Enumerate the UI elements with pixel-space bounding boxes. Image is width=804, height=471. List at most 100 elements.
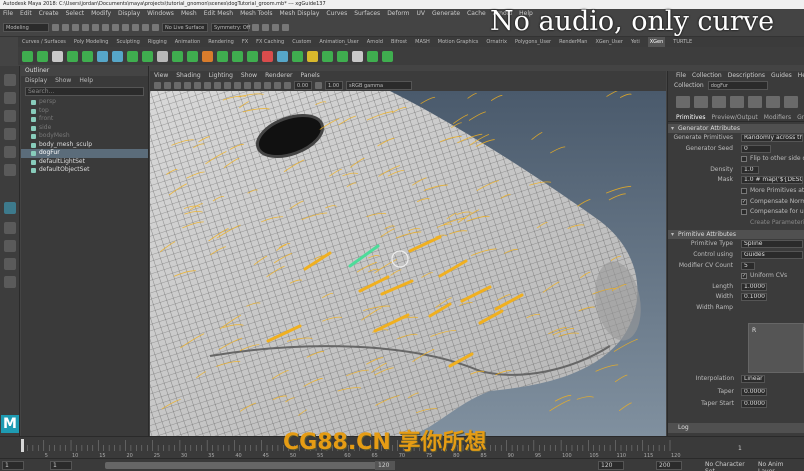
shelf-tab-arnold[interactable]: Arnold [367,37,383,47]
persp-graph-icon[interactable] [4,258,16,270]
gamma-field[interactable]: 1.00 [325,81,343,90]
film-gate-icon[interactable] [194,82,201,89]
menu-cache[interactable]: Cache [467,9,486,19]
outliner-item[interactable]: dogFur [21,149,148,158]
menu-surfaces[interactable]: Surfaces [354,9,380,19]
shelf-tab-curves-surfaces[interactable]: Curves / Surfaces [22,37,66,47]
xgen-shelf-tool-icon[interactable] [157,50,168,62]
viewport-menu-panels[interactable]: Panels [300,71,319,80]
render-settings-icon[interactable] [272,24,279,31]
lights-icon[interactable] [244,82,251,89]
live-surface-field[interactable]: No Live Surface [162,23,208,32]
viewport-3d[interactable] [150,91,666,436]
redo-icon[interactable] [82,24,89,31]
create-parameterization-button[interactable]: Create Parameterization [750,218,804,229]
settings-icon[interactable] [784,96,798,108]
xgen-shelf-tool-icon[interactable] [322,50,333,62]
menu-curves[interactable]: Curves [326,9,347,19]
hypershade-icon[interactable] [282,24,289,31]
compensate-uneven-checkbox[interactable] [741,209,747,216]
ambient-occlusion-icon[interactable] [264,82,271,89]
save-icon[interactable] [62,24,69,31]
outliner-menu-display[interactable]: Display [25,76,47,85]
xgen-tab-primitives[interactable]: Primitives [676,113,706,121]
generator-row-field[interactable]: 0 [741,144,771,153]
menu-modify[interactable]: Modify [91,9,111,19]
width-ramp-graph[interactable]: R [748,323,804,373]
xgen-shelf-tool-icon[interactable] [82,50,93,62]
outliner-item[interactable]: persp [21,98,148,107]
paint-select-icon[interactable] [4,110,16,122]
xgen-shelf-tool-icon[interactable] [337,50,348,62]
sculpt-guide-icon[interactable] [712,96,726,108]
character-set-dropdown[interactable]: No Character Set [703,461,755,471]
wireframe-icon[interactable] [214,82,221,89]
shelf-tab-animation[interactable]: Animation [175,37,201,47]
snap-grid-icon[interactable] [122,24,129,31]
menu-windows[interactable]: Windows [147,9,174,19]
xgen-shelf-tool-icon[interactable] [307,50,318,62]
xgen-shelf-tool-icon[interactable] [187,50,198,62]
menu-mesh[interactable]: Mesh [181,9,197,19]
xgen-menu-help[interactable]: Help [798,71,804,81]
undo-icon[interactable] [72,24,79,31]
exposure-field[interactable]: 0.00 [294,81,312,90]
camera-icon[interactable] [154,82,161,89]
viewport-menu-lighting[interactable]: Lighting [209,71,233,80]
menu-create[interactable]: Create [39,9,59,19]
flip-checkbox[interactable] [741,156,747,163]
menu-edit[interactable]: Edit [20,9,32,19]
outliner-menu-help[interactable]: Help [79,76,93,85]
xgen-shelf-tool-icon[interactable] [232,50,243,62]
xgen-tab-preview-output[interactable]: Preview/Output [712,113,758,121]
compensate-normals-checkbox[interactable]: ✓ [741,198,747,205]
xgen-menu-collection[interactable]: Collection [692,71,722,81]
xgen-shelf-tool-icon[interactable] [247,50,258,62]
xgen-tab-grooming[interactable]: Grooming [797,113,804,121]
range-slider-bar[interactable] [105,462,395,469]
viewport-menu-view[interactable]: View [154,71,168,80]
snap-curve-icon[interactable] [132,24,139,31]
outliner-item[interactable]: defaultObjectSet [21,166,148,175]
folder-icon[interactable] [52,24,59,31]
snap-surface-icon[interactable] [152,24,159,31]
xgen-shelf-tool-icon[interactable] [277,50,288,62]
xgen-shelf-tool-icon[interactable] [112,50,123,62]
menu-uv[interactable]: UV [417,9,426,19]
viewport-menu-renderer[interactable]: Renderer [265,71,292,80]
outliner-item[interactable]: body_mesh_sculp [21,141,148,150]
shelf-tab-rendering[interactable]: Rendering [208,37,234,47]
smooth-shade-icon[interactable] [224,82,231,89]
viewport-menu-show[interactable]: Show [241,71,257,80]
render-icon[interactable] [252,24,259,31]
control-using-dropdown[interactable]: Guides [741,250,803,259]
xgen-tab-modifiers[interactable]: Modifiers [764,113,791,121]
shelf-tab-animation-user[interactable]: Animation_User [319,37,358,47]
outliner-search-input[interactable]: Search... [25,87,144,96]
animation-end-field[interactable]: 200 [656,461,682,470]
lasso-tool-icon[interactable] [4,92,16,104]
xgen-shelf-tool-icon[interactable] [37,50,48,62]
add-guide-icon[interactable] [694,96,708,108]
scale-tool-icon[interactable] [4,164,16,176]
taper-field[interactable]: 0.0000 [741,387,767,396]
outliner-menu-show[interactable]: Show [55,76,71,85]
four-view-icon[interactable] [4,222,16,234]
current-frame-marker[interactable] [21,439,24,452]
snap-point-icon[interactable] [142,24,149,31]
menu-mesh-display[interactable]: Mesh Display [280,9,320,19]
shelf-tab-rigging[interactable]: Rigging [148,37,167,47]
density-field[interactable]: 1.0 [741,165,759,174]
grid-icon[interactable] [184,82,191,89]
menu-select[interactable]: Select [66,9,85,19]
collection-dropdown[interactable]: dogFur [707,81,768,90]
primitive-type-dropdown[interactable]: Spline [741,240,803,249]
mask-field[interactable]: 1.0 # map('${DESC}/density/') [741,176,803,185]
end-time-field[interactable]: 120 [598,461,624,470]
menu-file[interactable]: File [3,9,13,19]
menu-set-dropdown[interactable]: Modeling [3,23,49,32]
shelf-tab-bifrost[interactable]: Bifrost [391,37,407,47]
shadows-icon[interactable] [254,82,261,89]
shelf-tab-custom[interactable]: Custom [292,37,311,47]
xgen-shelf-tool-icon[interactable] [172,50,183,62]
